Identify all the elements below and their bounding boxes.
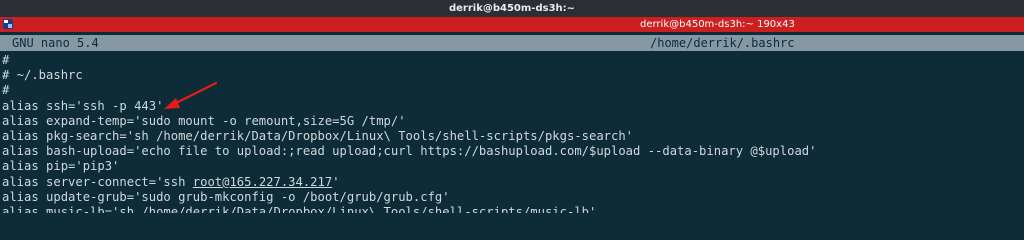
code-line[interactable]: # [2,53,1022,68]
terminal-screen: derrik@b450m-ds3h:~ derrik@b450m-ds3h:~ … [0,0,1024,225]
code-line-partial[interactable]: alias music-lb='sh /home/derrik/Data/Dro… [2,205,1022,213]
terminal-tab[interactable]: derrik@b450m-ds3h:~ 190x43 [640,17,795,32]
red-arrow-icon [164,81,218,109]
code-line[interactable]: alias pip='pip3' [2,159,1022,174]
nano-editor-buffer[interactable]: # # ~/.bashrc # alias ssh='ssh -p 443' a… [2,53,1022,213]
host-link[interactable]: root@165.227.34.217 [193,175,332,189]
terminal-tab-bar: derrik@b450m-ds3h:~ 190x43 [0,17,1024,32]
code-line[interactable]: alias bash-upload='echo file to upload:;… [2,144,1022,159]
code-line-server-connect[interactable]: alias server-connect='ssh root@165.227.3… [2,175,1022,190]
nano-version-label: GNU nano 5.4 [12,36,99,50]
code-line[interactable]: alias pkg-search='sh /home/derrik/Data/D… [2,129,1022,144]
terminal-menu-icon[interactable] [3,19,13,29]
code-text: ' [332,174,340,189]
nano-title-bar: GNU nano 5.4 /home/derrik/.bashrc [0,35,1024,51]
window-title: derrik@b450m-ds3h:~ [0,0,1024,17]
code-line[interactable]: alias expand-temp='sudo mount -o remount… [2,114,1022,129]
code-line[interactable]: alias update-grub='sudo grub-mkconfig -o… [2,190,1022,205]
code-text: alias server-connect='ssh [2,174,193,189]
nano-filename-label: /home/derrik/.bashrc [650,36,795,50]
